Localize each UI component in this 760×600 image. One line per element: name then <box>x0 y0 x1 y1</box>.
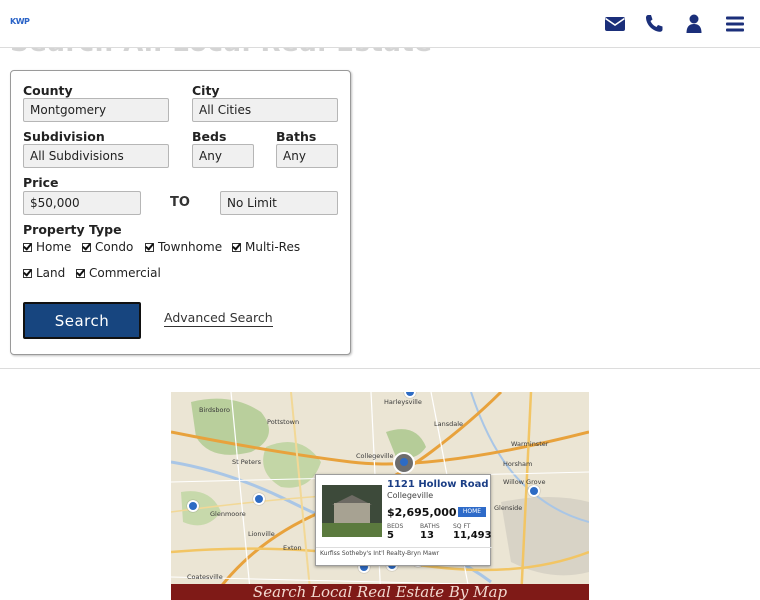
price-min-select[interactable]: $50,000 <box>23 191 141 215</box>
checkbox-land[interactable]: Land <box>23 266 65 280</box>
map-pin-icon[interactable] <box>253 493 265 505</box>
map-town-label: St Peters <box>232 458 262 466</box>
envelope-icon[interactable] <box>603 12 627 36</box>
checkbox-label: Home <box>36 240 72 254</box>
phone-icon[interactable] <box>642 12 666 36</box>
baths-select[interactable]: Any <box>276 144 338 168</box>
map-town-label: Exton <box>283 544 302 552</box>
map-town-label: Harleysville <box>384 398 422 406</box>
checkbox-label: Townhome <box>158 240 223 254</box>
house-shape <box>334 503 370 523</box>
map-pin-icon[interactable] <box>528 485 540 497</box>
checkbox-label: Condo <box>95 240 134 254</box>
listing-popup[interactable]: 1121 Hollow Road Collegeville $2,695,000… <box>315 474 492 566</box>
city-select[interactable]: All Cities <box>192 98 338 122</box>
checkbox-check-icon <box>145 242 154 252</box>
map-town-label: Glenside <box>494 504 523 512</box>
county-select[interactable]: Montgomery <box>23 98 169 122</box>
city-label: City <box>192 83 220 98</box>
map-pin-icon[interactable] <box>187 500 199 512</box>
map-town-label: Lansdale <box>434 420 464 428</box>
price-label: Price <box>23 175 59 190</box>
section-divider <box>0 368 760 369</box>
listing-broker: Kurfiss Sotheby's Int'l Realty-Bryn Mawr <box>316 547 492 559</box>
checkbox-label: Commercial <box>89 266 161 280</box>
subdivision-select[interactable]: All Subdivisions <box>23 144 169 168</box>
checkbox-check-icon <box>23 268 32 278</box>
checkbox-label: Land <box>36 266 66 280</box>
listing-city: Collegeville <box>387 491 434 500</box>
map-town-label: Birdsboro <box>199 406 230 414</box>
listing-sqft-label: SQ FT <box>453 523 471 530</box>
price-to-label: TO <box>170 195 190 210</box>
site-header: KWP <box>0 0 760 48</box>
baths-label: Baths <box>276 129 317 144</box>
listing-photo <box>322 485 382 537</box>
listing-beds-label: BEDS <box>387 523 404 530</box>
lawn-shape <box>322 523 382 537</box>
checkbox-multi-res[interactable]: Multi-Res <box>232 240 300 254</box>
listing-baths-label: BATHS <box>420 523 440 530</box>
map-search-promo[interactable]: Birdsboro Pottstown Harleysville Lansdal… <box>171 392 589 600</box>
listing-type-badge: HOME <box>458 507 486 517</box>
map-search-banner[interactable]: Search Local Real Estate By Map <box>171 584 589 600</box>
site-logo[interactable]: KWP <box>10 17 30 26</box>
listing-beds-value: 5 <box>387 530 394 541</box>
map-town-label: Warminster <box>511 440 549 448</box>
price-max-select[interactable]: No Limit <box>220 191 338 215</box>
page: KWP Search All Local Real Estate County … <box>0 0 760 600</box>
map-town-label: Horsham <box>503 460 533 468</box>
checkbox-label: Multi-Res <box>245 240 301 254</box>
beds-select[interactable]: Any <box>192 144 254 168</box>
map-town-label: Glenmoore <box>210 510 246 518</box>
checkbox-home[interactable]: Home <box>23 240 71 254</box>
search-button[interactable]: Search <box>23 302 141 339</box>
county-label: County <box>23 83 73 98</box>
map-town-label: Collegeville <box>356 452 394 460</box>
menu-icon[interactable] <box>723 12 747 36</box>
listing-price: $2,695,000 <box>387 506 457 519</box>
selected-map-pin-icon[interactable] <box>393 452 415 474</box>
listing-address: 1121 Hollow Road <box>387 479 489 490</box>
listing-baths-value: 13 <box>420 530 434 541</box>
search-form: County Montgomery City All Cities Subdiv… <box>10 70 351 355</box>
map-town-label: Coatesville <box>187 573 223 581</box>
checkbox-check-icon <box>82 242 91 252</box>
map-town-label: Lionville <box>248 530 275 538</box>
advanced-search-link[interactable]: Advanced Search <box>164 310 273 327</box>
checkbox-check-icon <box>23 242 32 252</box>
checkbox-condo[interactable]: Condo <box>82 240 133 254</box>
map-town-label: Willow Grove <box>503 478 546 486</box>
subdivision-label: Subdivision <box>23 129 105 144</box>
beds-label: Beds <box>192 129 227 144</box>
checkbox-townhome[interactable]: Townhome <box>145 240 222 254</box>
checkbox-check-icon <box>232 242 241 252</box>
checkbox-check-icon <box>76 268 85 278</box>
user-icon[interactable] <box>682 12 706 36</box>
listing-sqft-value: 11,493 <box>453 530 492 541</box>
map-town-label: Pottstown <box>267 418 300 426</box>
checkbox-commercial[interactable]: Commercial <box>76 266 161 280</box>
property-type-label: Property Type <box>23 222 122 237</box>
